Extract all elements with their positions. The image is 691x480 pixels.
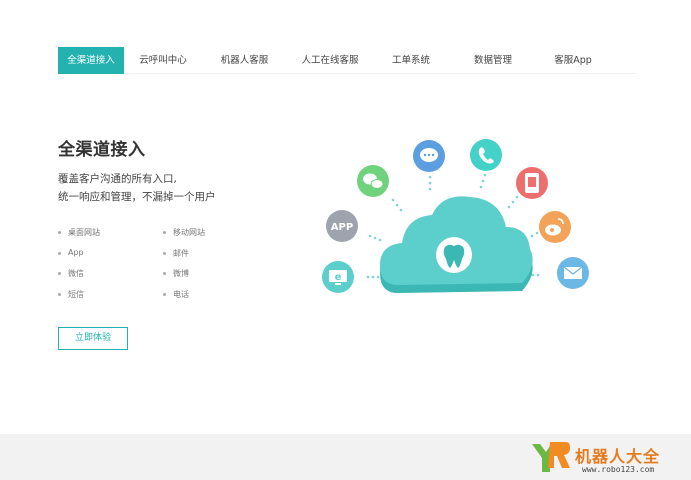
app-icon-label: APP — [331, 222, 353, 233]
wechat-icon — [357, 165, 389, 197]
mail-icon — [557, 257, 589, 289]
feature-email: 邮件 — [163, 248, 189, 259]
feature-mobile-site: 移动网站 — [163, 227, 205, 238]
feature-desktop-site: 桌面网站 — [58, 227, 100, 238]
robot-logo-icon — [532, 442, 570, 472]
ie-browser-icon: e — [322, 261, 354, 293]
feature-sms: 短信 — [58, 289, 84, 300]
feature-phone: 电话 — [163, 289, 189, 300]
mobile-site-icon — [516, 167, 548, 199]
phone-icon — [470, 139, 502, 171]
tab-ticket-system[interactable]: 工单系统 — [373, 47, 449, 74]
page-title: 全渠道接入 — [58, 140, 146, 160]
watermark-title: 机器人大全 — [575, 447, 661, 466]
subtitle-line-2: 统一响应和管理，不漏掉一个用户 — [58, 191, 216, 203]
illustration-svg: e APP — [322, 139, 589, 293]
app-icon: APP — [326, 210, 358, 242]
watermark-url: www.robo123.com — [582, 465, 655, 474]
tooth-icon — [436, 237, 472, 273]
weibo-icon — [539, 211, 571, 243]
subtitle-line-1: 覆盖客户沟通的所有入口, — [58, 173, 177, 185]
feature-app: App — [58, 248, 84, 257]
chat-bubble-icon — [413, 140, 445, 172]
tab-cloud-call-center[interactable]: 云呼叫中心 — [124, 47, 202, 74]
svg-text:e: e — [335, 272, 342, 283]
feature-weibo: 微博 — [163, 268, 189, 279]
channel-tabs: 全渠道接入 云呼叫中心 机器人客服 人工在线客服 工单系统 数据管理 客服App — [58, 47, 636, 74]
tab-robot-service[interactable]: 机器人客服 — [202, 47, 287, 74]
tab-service-app[interactable]: 客服App — [537, 47, 609, 74]
tab-live-chat[interactable]: 人工在线客服 — [287, 47, 373, 74]
page-subtitle: 覆盖客户沟通的所有入口, 统一响应和管理，不漏掉一个用户 — [58, 170, 216, 206]
tab-omnichannel[interactable]: 全渠道接入 — [58, 47, 124, 74]
tab-data-management[interactable]: 数据管理 — [449, 47, 537, 74]
try-now-button[interactable]: 立即体验 — [58, 327, 128, 350]
omnichannel-illustration: e APP — [310, 125, 610, 315]
feature-wechat: 微信 — [58, 268, 84, 279]
